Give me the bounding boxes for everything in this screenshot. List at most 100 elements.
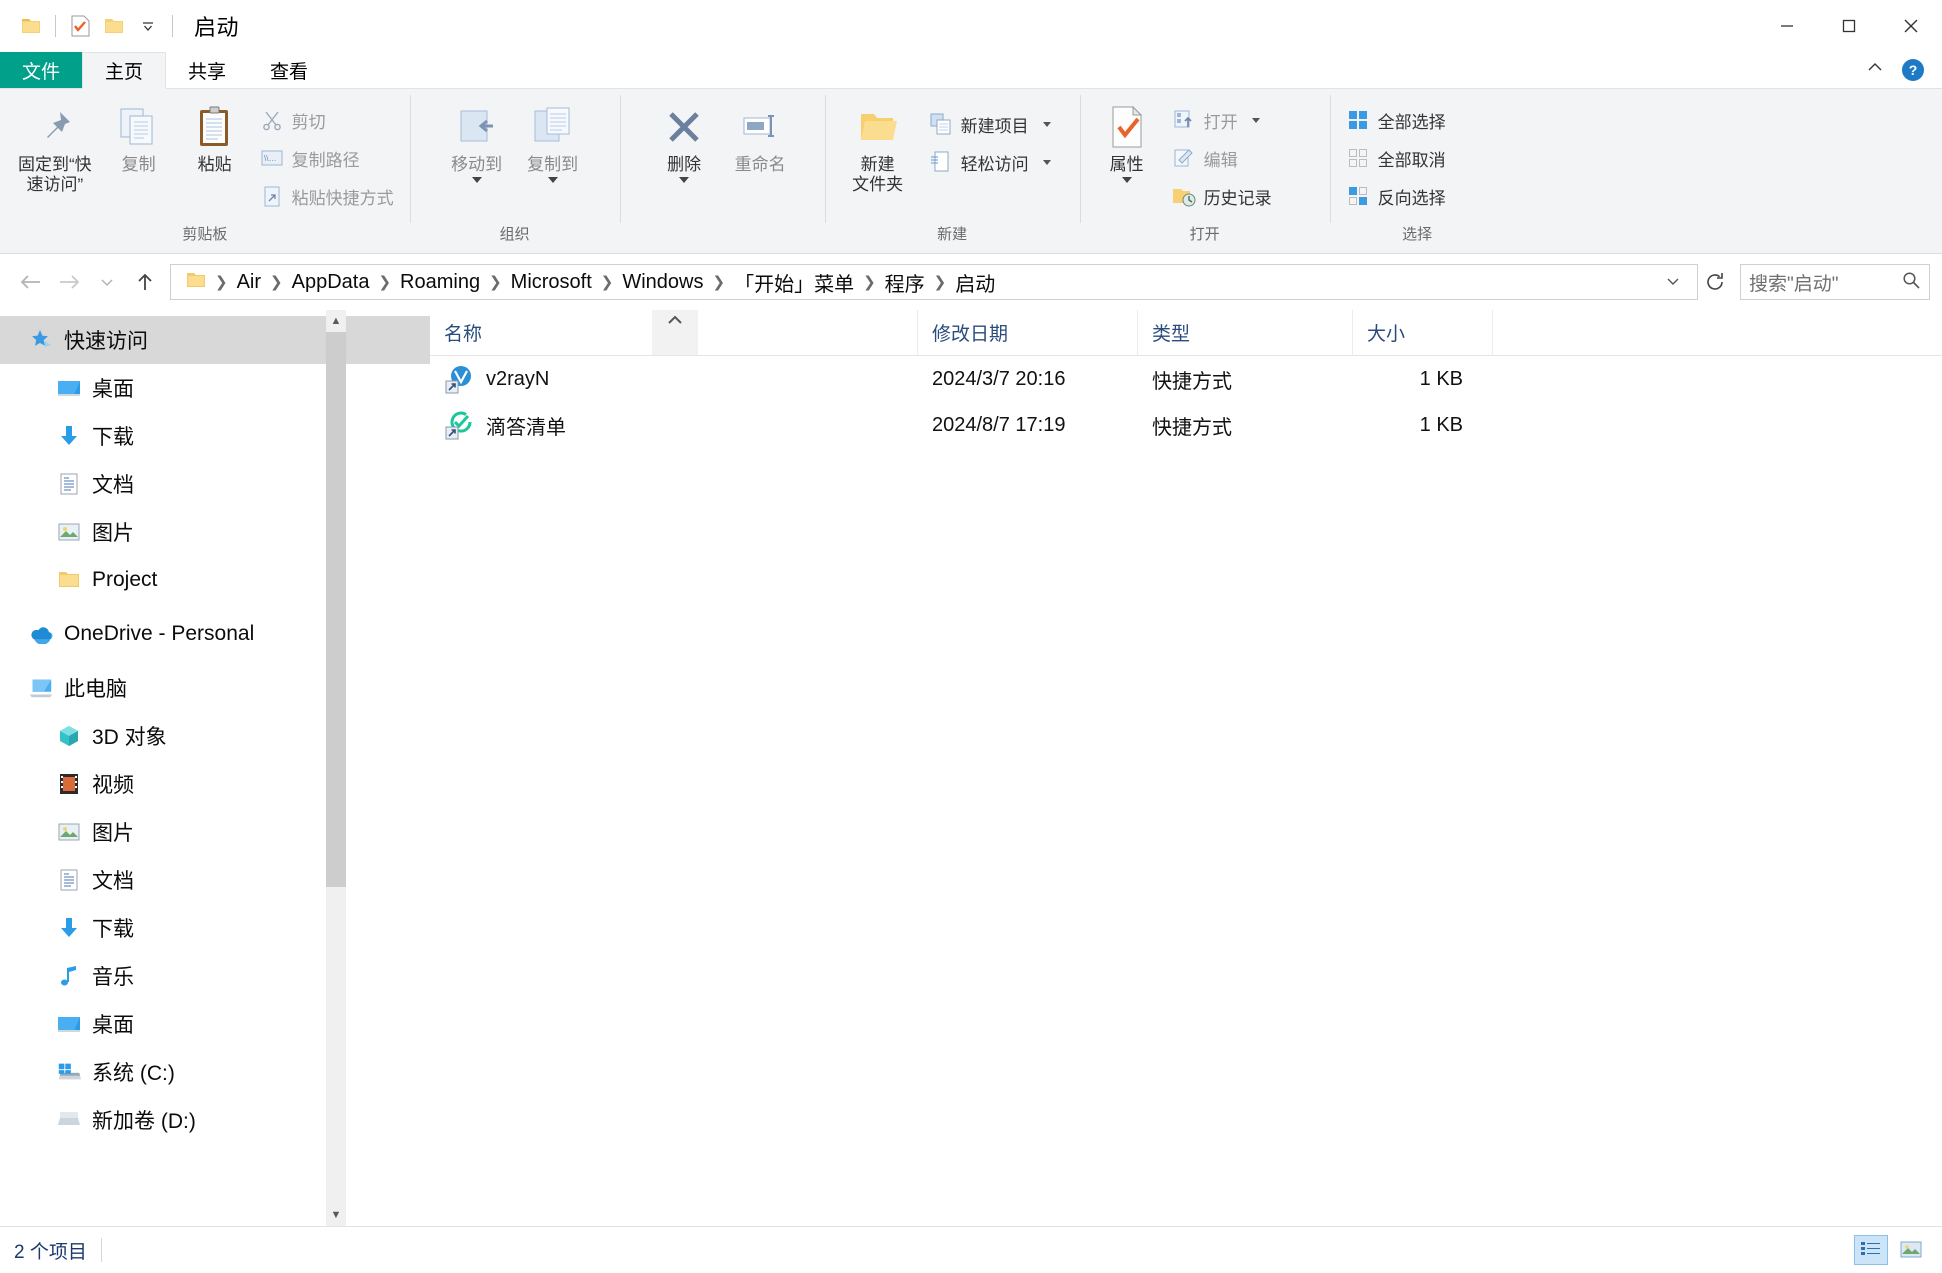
properties-label: 属性 — [1109, 155, 1144, 174]
copy-button[interactable]: 复制 — [102, 97, 176, 179]
sidebar-item-downloads-pc[interactable]: 下载 — [0, 904, 430, 952]
sidebar-item-quick-access[interactable]: 快速访问 — [0, 316, 430, 364]
sidebar-item-desktop-pc[interactable]: 桌面 — [0, 1000, 430, 1048]
invert-selection-button[interactable]: 反向选择 — [1340, 179, 1452, 213]
folder-icon[interactable] — [14, 9, 48, 43]
sidebar-item-downloads[interactable]: 下载 — [0, 412, 430, 460]
column-header-size[interactable]: 大小 — [1353, 310, 1493, 355]
rename-button[interactable]: 重命名 — [723, 97, 797, 179]
new-folder-icon[interactable] — [97, 9, 131, 43]
paste-button[interactable]: 粘贴 — [178, 97, 252, 179]
chevron-down-icon[interactable] — [471, 176, 482, 183]
scroll-up-button[interactable]: ▲ — [326, 310, 346, 332]
sidebar-item-system-drive[interactable]: 系统 (C:) — [0, 1048, 430, 1096]
chevron-down-icon[interactable] — [1042, 159, 1051, 165]
breadcrumb-item-2[interactable]: Roaming — [395, 269, 485, 296]
easy-access-icon — [929, 150, 953, 174]
delete-button[interactable]: 删除 — [647, 97, 721, 187]
properties-button[interactable]: 属性 — [1090, 97, 1164, 187]
details-view-icon[interactable] — [1854, 1235, 1888, 1265]
copy-to-button[interactable]: 复制到 — [516, 97, 590, 187]
up-button[interactable] — [126, 263, 164, 301]
file-name-cell[interactable]: 滴答清单 — [430, 402, 918, 448]
chevron-up-icon[interactable] — [1864, 57, 1886, 84]
minimize-icon[interactable] — [1756, 0, 1818, 52]
table-row[interactable]: 滴答清单 2024/8/7 17:19 快捷方式 1 KB — [430, 402, 1942, 448]
chevron-down-icon[interactable] — [1251, 117, 1260, 123]
select-all-label: 全部选择 — [1377, 112, 1446, 132]
tab-view[interactable]: 查看 — [248, 52, 330, 88]
column-header-type[interactable]: 类型 — [1138, 310, 1353, 355]
sidebar-scrollbar[interactable]: ▲ ▼ — [326, 310, 346, 1226]
maximize-icon[interactable] — [1818, 0, 1880, 52]
help-icon[interactable]: ? — [1902, 59, 1924, 81]
scrollbar-thumb[interactable] — [326, 332, 346, 887]
new-item-button[interactable]: 新建项目 — [923, 107, 1057, 141]
new-folder-button[interactable]: 新建 文件夹 — [835, 97, 921, 198]
sidebar-item-this-pc[interactable]: 此电脑 — [0, 664, 430, 712]
sidebar-item-documents-pc[interactable]: 文档 — [0, 856, 430, 904]
breadcrumb-item-1[interactable]: AppData — [287, 269, 375, 296]
breadcrumb[interactable]: ❯ Air ❯ AppData ❯ Roaming ❯ Microsoft ❯ … — [170, 264, 1698, 300]
sidebar-item-project[interactable]: Project — [0, 556, 430, 604]
chevron-down-icon[interactable] — [1121, 176, 1132, 183]
chevron-down-icon[interactable] — [547, 176, 558, 183]
tab-file[interactable]: 文件 — [0, 52, 83, 88]
breadcrumb-item-4[interactable]: Windows — [617, 269, 708, 296]
easy-access-button[interactable]: 轻松访问 — [923, 145, 1057, 179]
close-icon[interactable] — [1880, 0, 1942, 52]
sidebar-item-pictures[interactable]: 图片 — [0, 508, 430, 556]
select-all-button[interactable]: 全部选择 — [1340, 103, 1452, 137]
copy-path-button[interactable]: \\… 复制路径 — [254, 141, 400, 175]
column-header-date[interactable]: 修改日期 — [918, 310, 1138, 355]
file-name-cell[interactable]: v2rayN — [430, 356, 918, 402]
select-none-button[interactable]: 全部取消 — [1340, 141, 1452, 175]
sidebar-item-music[interactable]: 音乐 — [0, 952, 430, 1000]
sidebar-item-label: 文档 — [92, 474, 134, 497]
sidebar-item-3d-objects[interactable]: 3D 对象 — [0, 712, 430, 760]
chevron-down-icon[interactable] — [131, 9, 165, 43]
breadcrumb-item-7[interactable]: 启动 — [950, 266, 1000, 299]
breadcrumb-item-3[interactable]: Microsoft — [506, 269, 597, 296]
drive-icon — [56, 1107, 82, 1133]
sidebar-item-documents[interactable]: 文档 — [0, 460, 430, 508]
sidebar-item-onedrive[interactable]: OneDrive - Personal — [0, 610, 430, 658]
history-label: 历史记录 — [1203, 188, 1272, 208]
chevron-down-icon[interactable] — [1042, 121, 1051, 127]
search-input[interactable]: 搜索"启动" — [1749, 269, 1839, 296]
sidebar-item-label: 系统 (C:) — [92, 1062, 175, 1085]
table-row[interactable]: v2rayN 2024/3/7 20:16 快捷方式 1 KB — [430, 356, 1942, 402]
chevron-down-icon[interactable] — [679, 176, 690, 183]
breadcrumb-item-6[interactable]: 程序 — [880, 266, 930, 299]
history-button[interactable]: 历史记录 — [1166, 179, 1278, 213]
open-button[interactable]: 打开 — [1166, 103, 1278, 137]
move-to-button[interactable]: 移动到 — [440, 97, 514, 187]
address-dropdown-icon[interactable] — [1657, 274, 1689, 291]
scroll-down-button[interactable]: ▼ — [326, 1204, 346, 1226]
ribbon-group-select: 全部选择 全部取消 反向选择 选择 — [1329, 89, 1505, 253]
forward-button[interactable] — [50, 263, 88, 301]
sidebar-item-label: 此电脑 — [64, 678, 127, 701]
sidebar-item-desktop[interactable]: 桌面 — [0, 364, 430, 412]
cut-button[interactable]: 剪切 — [254, 103, 400, 137]
edit-button[interactable]: 编辑 — [1166, 141, 1278, 175]
properties-icon[interactable] — [63, 9, 97, 43]
pin-to-quick-access-button[interactable]: 固定到“快 速访问” — [10, 97, 100, 198]
sidebar-item-data-drive[interactable]: 新加卷 (D:) — [0, 1096, 430, 1144]
large-icons-view-icon[interactable] — [1894, 1235, 1928, 1265]
sidebar-item-videos[interactable]: 视频 — [0, 760, 430, 808]
back-button[interactable] — [12, 263, 50, 301]
sidebar-item-pictures-pc[interactable]: 图片 — [0, 808, 430, 856]
breadcrumb-item-5[interactable]: 「开始」菜单 — [729, 266, 859, 299]
videos-icon — [56, 771, 82, 797]
search-icon[interactable] — [1901, 270, 1921, 295]
delete-icon — [661, 101, 707, 153]
tab-home[interactable]: 主页 — [82, 52, 167, 89]
refresh-button[interactable] — [1698, 264, 1732, 300]
this-pc-icon — [28, 675, 54, 701]
search-box[interactable]: 搜索"启动" — [1740, 264, 1930, 300]
paste-shortcut-button[interactable]: 粘贴快捷方式 — [254, 179, 400, 213]
tab-share[interactable]: 共享 — [166, 52, 248, 88]
recent-locations-button[interactable] — [88, 263, 126, 301]
breadcrumb-item-0[interactable]: Air — [232, 269, 266, 296]
